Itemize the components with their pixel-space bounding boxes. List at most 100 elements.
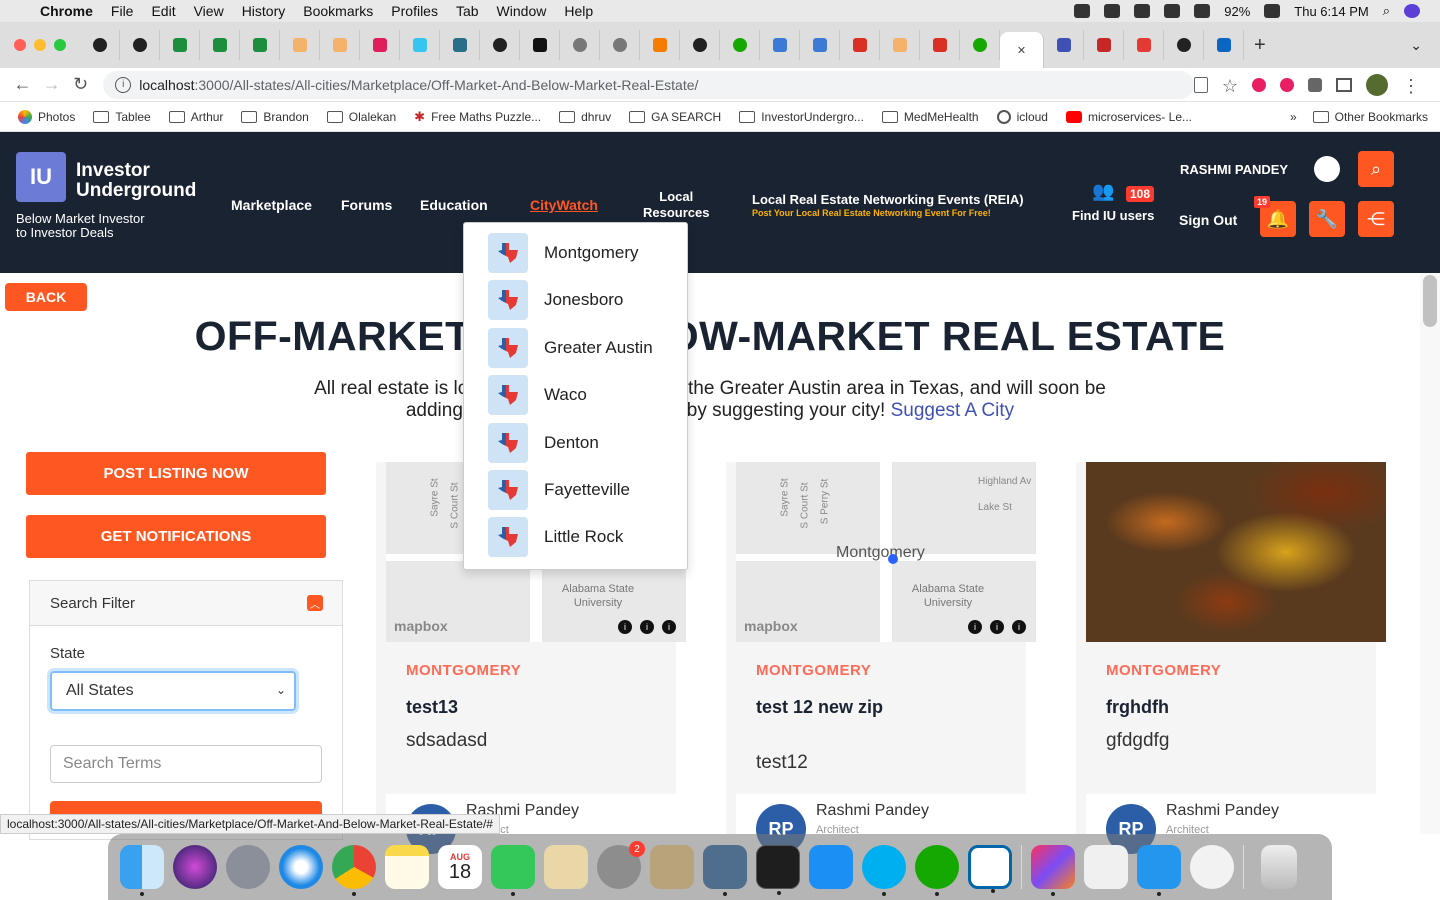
nav-marketplace[interactable]: Marketplace [231,197,312,213]
tab-upwork[interactable] [960,30,1000,60]
chrome-icon[interactable] [332,845,376,896]
zoom-window-button[interactable] [54,39,66,51]
minimize-window-button[interactable] [34,39,46,51]
menu-edit[interactable]: Edit [151,3,175,19]
url-bar[interactable]: i localhost:3000/All-states/All-cities/M… [103,70,1194,99]
forward-arrow-icon[interactable]: → [37,74,66,95]
system-preferences-icon[interactable]: 2 [597,841,645,889]
extension-b-icon[interactable] [1280,77,1295,92]
listing-photo[interactable] [1086,462,1386,642]
bookmark-star-icon[interactable]: ☆ [1222,76,1238,96]
info-icon[interactable]: i [618,620,632,634]
tab-gmail[interactable] [840,30,880,60]
listing-card[interactable]: Sayre St S Court St S Perry St Highland … [726,462,1036,854]
state-select[interactable]: All States ⌄ [50,671,296,711]
info-icon[interactable]: i [968,620,982,634]
tab-arc[interactable] [1084,30,1124,60]
terminal-icon[interactable] [756,845,800,895]
skype-icon[interactable] [862,845,906,896]
calculator-icon[interactable] [650,845,694,889]
preview-icon[interactable] [544,845,588,889]
user-avatar-icon[interactable] [1314,156,1340,182]
menu-window[interactable]: Window [497,3,547,19]
docker-icon[interactable] [1137,845,1181,896]
tab-hand[interactable] [880,30,920,60]
tab-orange[interactable] [640,30,680,60]
tab-github[interactable] [1164,30,1204,60]
volume-icon[interactable] [1194,4,1211,18]
menu-view[interactable]: View [194,3,224,19]
tools-button[interactable]: 🔧 [1309,201,1345,237]
city-option-fayetteville[interactable]: Fayetteville [488,470,630,510]
nav-education[interactable]: Education [420,197,488,213]
bookmark-brandon[interactable]: Brandon [241,110,309,124]
tab-sheets[interactable] [200,30,240,60]
share-icon[interactable] [1193,76,1208,93]
city-option-waco[interactable]: Waco [488,375,587,415]
bookmark-tablee[interactable]: Tablee [93,110,151,124]
extension-a-icon[interactable] [1252,77,1267,92]
brand-name[interactable]: Investor Underground [76,161,196,201]
siri-icon[interactable] [1404,4,1420,18]
finder-icon[interactable] [120,845,164,896]
trash-icon[interactable] [1261,845,1297,889]
page-scrollbar[interactable] [1420,273,1440,834]
tab-bird[interactable] [440,30,480,60]
get-notifications-button[interactable]: GET NOTIFICATIONS [26,515,326,558]
tab-hand[interactable] [280,30,320,60]
bookmark-medmehealth[interactable]: MedMeHealth [881,110,979,124]
profile-avatar-icon[interactable] [1366,73,1389,96]
tab-github[interactable] [680,30,720,60]
tab-github[interactable] [120,30,160,60]
suggest-city-link[interactable]: Suggest A City [891,400,1015,421]
info-icon[interactable]: i [1012,620,1026,634]
launchpad-icon[interactable] [226,845,270,889]
sign-out-link[interactable]: Sign Out [1179,212,1237,228]
tab-upwork[interactable] [720,30,760,60]
close-window-button[interactable] [14,39,26,51]
tab-linkedin[interactable] [1204,30,1244,60]
new-tab-button[interactable]: + [1254,34,1266,57]
bookmark-dhruv[interactable]: dhruv [559,110,611,124]
reload-icon[interactable]: ↻ [66,74,95,95]
bookmark-photos[interactable]: Photos [18,109,75,124]
tab-github[interactable] [480,30,520,60]
site-info-icon[interactable]: i [115,76,132,93]
city-option-greater-austin[interactable]: Greater Austin [488,328,653,368]
info-icon[interactable]: i [640,620,654,634]
facetime-icon[interactable] [491,845,535,896]
bookmark-arthur[interactable]: Arthur [168,110,223,124]
menu-bookmarks[interactable]: Bookmarks [303,3,373,19]
bookmark-investorunderground[interactable]: InvestorUndergro... [739,110,864,124]
more-bookmarks-chevron-icon[interactable]: » [1290,110,1297,124]
collapse-chevron-icon[interactable]: ︿ [307,595,323,611]
post-listing-button[interactable]: POST LISTING NOW [26,452,326,495]
back-arrow-icon[interactable]: ← [8,74,37,95]
notes-icon[interactable] [385,845,429,889]
tab-gmail[interactable] [920,30,960,60]
intellij-icon[interactable] [1031,845,1075,896]
listing-title[interactable]: test 12 new zip [756,696,906,718]
share-button[interactable]: ⋲ [1358,201,1394,237]
wifi-icon[interactable] [1134,4,1151,18]
vscode-icon[interactable] [968,845,1012,893]
back-button[interactable]: BACK [5,283,87,311]
dbeaver-icon[interactable] [1190,845,1234,889]
timemachine-icon[interactable] [1164,4,1181,18]
sidebar-icon[interactable] [1336,77,1353,92]
clock[interactable]: Thu 6:14 PM [1294,4,1368,19]
tab-medium[interactable] [520,30,560,60]
nav-reia[interactable]: Local Real Estate Networking Events (REI… [752,192,1024,207]
bookmark-icloud[interactable]: icloud [996,109,1048,124]
tab-wave[interactable] [800,30,840,60]
nav-forums[interactable]: Forums [341,197,392,213]
menu-file[interactable]: File [111,3,134,19]
bookmark-olalekan[interactable]: Olalekan [326,110,396,124]
app-store-icon[interactable] [809,845,853,889]
tab-globe[interactable] [600,30,640,60]
listing-author[interactable]: RP Rashmi Pandey Architect [736,794,1036,854]
document-icon[interactable] [1084,845,1128,889]
listing-title[interactable]: test13 [406,696,556,718]
menu-profiles[interactable]: Profiles [391,3,438,19]
battery-icon[interactable] [1264,4,1281,18]
